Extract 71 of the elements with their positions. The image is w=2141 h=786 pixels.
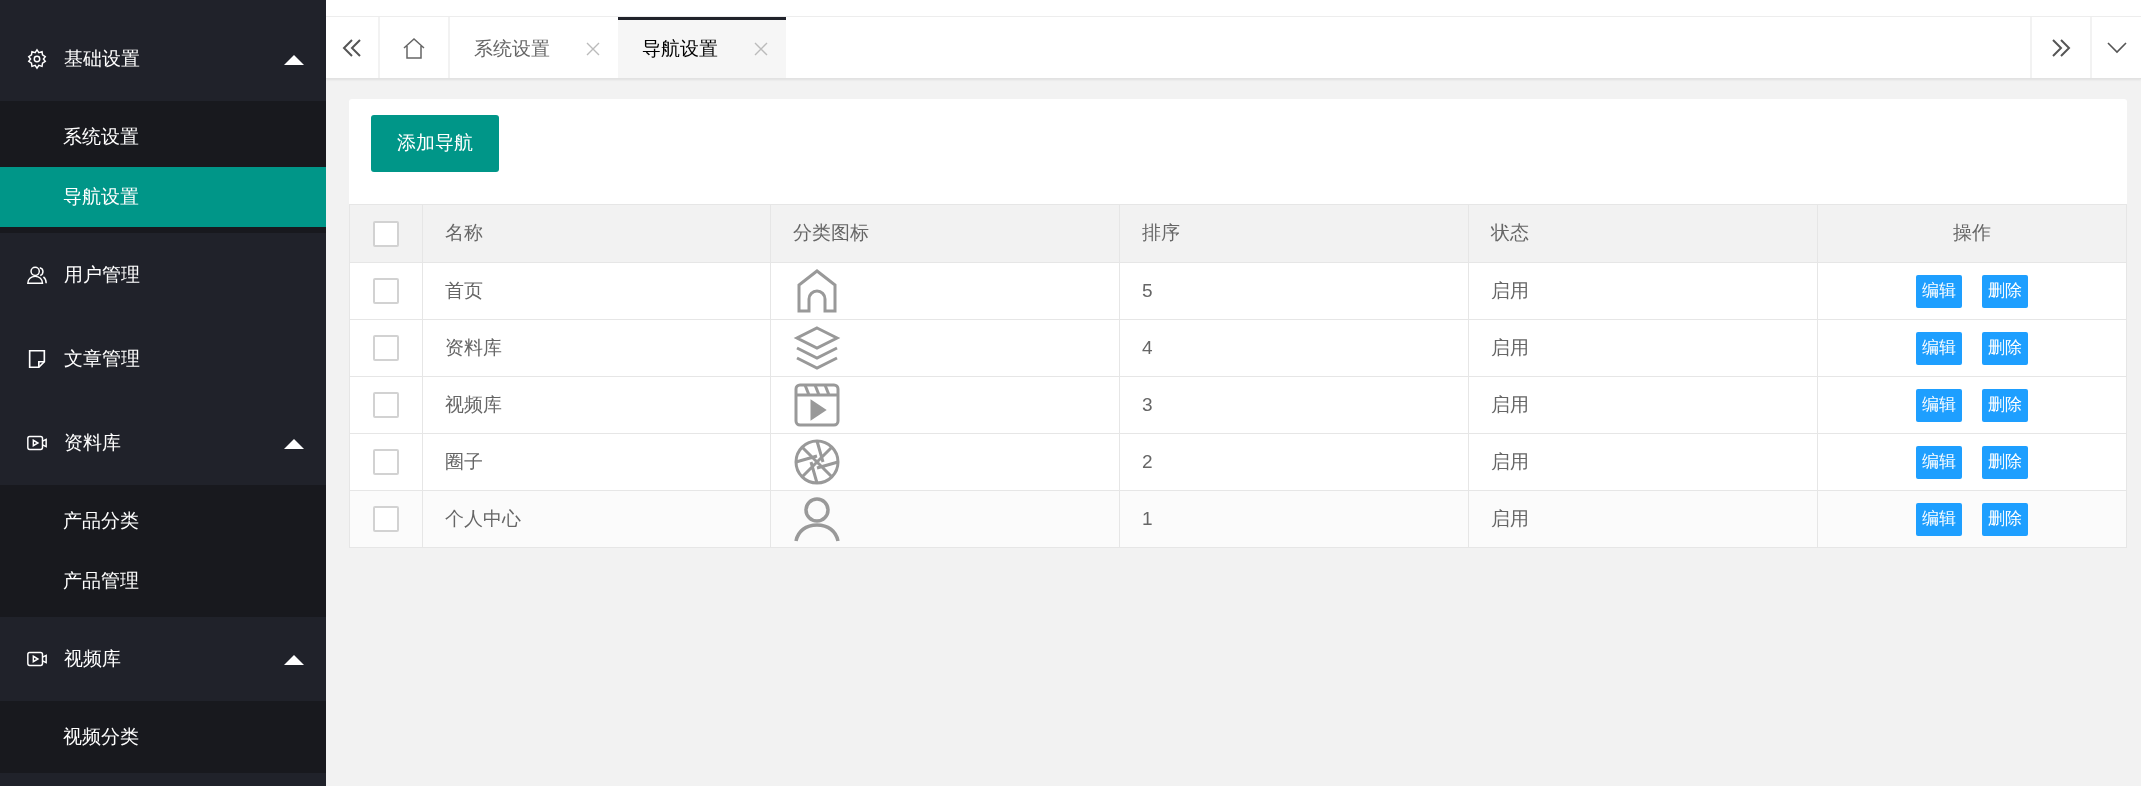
table-cell-text: 视频库 — [445, 392, 502, 417]
checkbox[interactable] — [373, 506, 399, 532]
person-icon — [793, 495, 841, 543]
clapperboard-icon — [793, 381, 841, 429]
table-cell-text: 资料库 — [445, 335, 502, 360]
add-navigation-button[interactable]: 添加导航 — [371, 115, 499, 172]
checkbox[interactable] — [373, 220, 399, 247]
edit-button[interactable]: 编辑 — [1916, 388, 1962, 422]
table-cell-text: 启用 — [1491, 335, 1529, 360]
caret-icon — [284, 653, 304, 665]
sidebar-item[interactable]: 产品分类 — [0, 491, 326, 551]
checkbox[interactable] — [373, 335, 399, 361]
column-header: 名称 — [445, 221, 483, 246]
delete-button[interactable]: 删除 — [1982, 331, 2028, 365]
table-cell-text: 2 — [1142, 449, 1153, 474]
note-icon — [26, 348, 48, 370]
checkbox[interactable] — [373, 449, 399, 475]
edit-button[interactable]: 编辑 — [1916, 502, 1962, 536]
table-cell-text: 首页 — [445, 278, 483, 303]
sidebar-group-label: 资料库 — [64, 430, 122, 455]
edit-button[interactable]: 编辑 — [1916, 445, 1962, 479]
aperture-icon — [793, 438, 841, 486]
close-icon[interactable] — [754, 42, 768, 56]
table-cell-text: 个人中心 — [445, 506, 521, 531]
checkbox[interactable] — [373, 278, 399, 304]
delete-button[interactable]: 删除 — [1982, 502, 2028, 536]
column-header: 操作 — [1953, 221, 1991, 246]
double-chevron-left-icon — [341, 36, 363, 59]
table-cell-text: 4 — [1142, 335, 1153, 360]
sidebar-group-label: 文章管理 — [64, 346, 141, 371]
sidebar-group[interactable]: 基础设置 — [0, 17, 326, 101]
caret-icon — [284, 53, 304, 65]
home-icon — [402, 36, 426, 59]
sidebar-item[interactable]: 导航设置 — [0, 167, 326, 227]
table-cell-text: 3 — [1142, 392, 1153, 417]
tab-label: 导航设置 — [642, 36, 718, 61]
edit-button[interactable]: 编辑 — [1916, 274, 1962, 308]
tab[interactable]: 导航设置 — [618, 17, 786, 78]
sidebar-group-label: 基础设置 — [64, 46, 141, 71]
table-cell-text: 5 — [1142, 278, 1153, 303]
sidebar-group[interactable]: 文章管理 — [0, 317, 326, 401]
layers-icon — [793, 324, 841, 372]
close-icon[interactable] — [586, 42, 600, 56]
chevron-down-icon — [2105, 40, 2128, 55]
double-chevron-right-icon — [2050, 36, 2072, 59]
delete-button[interactable]: 删除 — [1982, 445, 2028, 479]
table-cell-text: 启用 — [1491, 278, 1529, 303]
sidebar-group[interactable]: 用户管理 — [0, 233, 326, 317]
user-icon — [26, 264, 48, 286]
sidebar-item[interactable]: 产品管理 — [0, 551, 326, 611]
sidebar-group-label: 视频库 — [64, 646, 122, 671]
table-cell-text: 1 — [1142, 506, 1153, 531]
caret-icon — [284, 437, 304, 449]
checkbox[interactable] — [373, 392, 399, 418]
column-header: 状态 — [1491, 221, 1529, 246]
tab-label: 系统设置 — [474, 36, 550, 61]
table-cell-text: 启用 — [1491, 449, 1529, 474]
column-header: 分类图标 — [793, 221, 869, 246]
column-header: 排序 — [1142, 221, 1180, 246]
delete-button[interactable]: 删除 — [1982, 388, 2028, 422]
tab[interactable]: 系统设置 — [450, 17, 618, 78]
delete-button[interactable]: 删除 — [1982, 274, 2028, 308]
sidebar-group[interactable]: 资料库 — [0, 401, 326, 485]
table-cell-text: 启用 — [1491, 392, 1529, 417]
sidebar-group-label: 用户管理 — [64, 262, 141, 287]
edit-button[interactable]: 编辑 — [1916, 331, 1962, 365]
gear-icon — [26, 48, 48, 70]
sidebar-item[interactable]: 系统设置 — [0, 107, 326, 167]
table-cell-text: 圈子 — [445, 449, 483, 474]
table-cell-text: 启用 — [1491, 506, 1529, 531]
sidebar-group[interactable]: 视频库 — [0, 617, 326, 701]
